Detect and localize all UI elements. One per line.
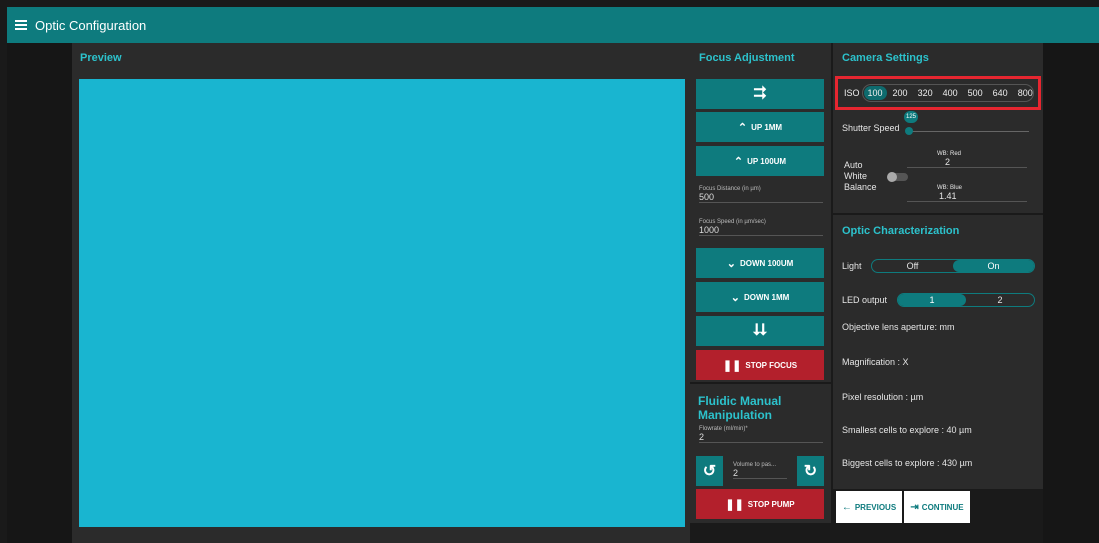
focus-up-100um-button[interactable]: ⌃ UP 100UM: [696, 146, 824, 176]
volume-value: 2: [733, 468, 739, 478]
flowrate-field[interactable]: Flowrate (ml/min)* 2: [699, 426, 823, 443]
light-toggle[interactable]: Off On: [871, 259, 1035, 273]
biggest-cells: Biggest cells to explore : 430 µm: [842, 458, 973, 468]
wb-red-value: 2: [945, 157, 951, 167]
flowrate-value: 2: [699, 432, 705, 442]
focus-up-100um-label: UP 100UM: [747, 156, 787, 166]
light-on-option[interactable]: On: [953, 260, 1034, 272]
stop-pump-button[interactable]: ❚❚ STOP PUMP: [696, 489, 824, 519]
pump-forward-button[interactable]: ↻: [797, 456, 824, 486]
left-margin: [7, 43, 72, 543]
previous-label: PREVIOUS: [854, 502, 897, 512]
chevron-down-icon: ⌄: [726, 257, 736, 270]
stop-icon: ❚❚: [725, 498, 744, 511]
stop-focus-label: STOP FOCUS: [745, 360, 798, 370]
led-output-toggle[interactable]: 1 2: [897, 293, 1035, 307]
optic-characterization-panel: Optic Characterization Light Off On LED …: [833, 215, 1043, 489]
focus-distance-value: 500: [699, 192, 715, 202]
focus-down-1mm-label: DOWN 1MM: [743, 292, 790, 302]
focus-distance-field[interactable]: Focus Distance (in µm) 500: [699, 186, 823, 203]
iso-selector: ISO 100 200 320 400 500 640 800: [835, 76, 1041, 110]
chevron-down-icon: ⌄: [730, 291, 740, 304]
chevron-up-icon: ⌃: [733, 155, 744, 168]
camera-settings-title: Camera Settings: [842, 52, 929, 64]
focus-up-1mm-button[interactable]: ⌃ UP 1MM: [696, 112, 824, 142]
continue-label: CONTINUE: [921, 502, 964, 512]
focus-up-max-button[interactable]: ⮆: [696, 79, 824, 109]
led-output-1[interactable]: 1: [898, 294, 966, 306]
stop-focus-button[interactable]: ❚❚ STOP FOCUS: [696, 350, 824, 380]
stop-pump-label: STOP PUMP: [747, 499, 795, 509]
double-chevron-up-icon: ⮆: [753, 85, 767, 102]
objective-aperture: Objective lens aperture: mm: [842, 322, 955, 332]
preview-title: Preview: [80, 52, 122, 64]
chevron-up-icon: ⌃: [737, 121, 748, 134]
iso-label: ISO: [844, 88, 860, 98]
stop-icon: ❚❚: [722, 359, 742, 372]
led-output-2[interactable]: 2: [966, 294, 1034, 306]
preview-panel: Preview: [72, 43, 690, 543]
shutter-speed-label: Shutter Speed: [842, 123, 900, 133]
optic-characterization-title: Optic Characterization: [842, 225, 960, 237]
iso-pill: [862, 84, 1034, 102]
camera-preview-image: [79, 79, 685, 527]
hamburger-menu-icon[interactable]: [15, 20, 29, 30]
focus-adjustment-panel: Focus Adjustment ⮆ ⌃ UP 1MM ⌃ UP 100UM F…: [690, 43, 831, 382]
focus-down-1mm-button[interactable]: ⌄ DOWN 1MM: [696, 282, 824, 312]
focus-down-max-button[interactable]: ⮇: [696, 316, 824, 346]
light-off-option[interactable]: Off: [872, 260, 953, 272]
wb-blue-value: 1.41: [939, 191, 957, 201]
right-margin: [1043, 43, 1099, 543]
fluidic-title: Fluidic Manual Manipulation: [698, 394, 782, 422]
volume-field[interactable]: Volume to pas... 2: [733, 462, 787, 479]
auto-white-balance-label: Auto White Balance: [844, 160, 877, 192]
shutter-speed-slider[interactable]: [907, 131, 1029, 132]
camera-settings-panel: Camera Settings ISO 100 200 320 400 500 …: [833, 43, 1043, 213]
rotate-right-icon: ↻: [803, 463, 818, 480]
arrow-left-icon: ←: [841, 501, 852, 513]
shutter-speed-value: 125: [904, 111, 918, 123]
app-title: Optic Configuration: [35, 17, 147, 33]
focus-down-100um-label: DOWN 100UM: [739, 258, 794, 268]
magnification: Magnification : X: [842, 357, 909, 367]
auto-white-balance-toggle[interactable]: [887, 172, 908, 182]
focus-speed-value: 1000: [699, 225, 720, 235]
focus-speed-field[interactable]: Focus Speed (in µm/sec) 1000: [699, 219, 823, 236]
smallest-cells: Smallest cells to explore : 40 µm: [842, 425, 972, 435]
led-output-label: LED output: [842, 295, 888, 305]
pump-reverse-button[interactable]: ↺: [696, 456, 723, 486]
wb-red-field[interactable]: WB: Red 2: [907, 151, 1027, 168]
arrow-right-bar-icon: ⇥: [910, 501, 919, 513]
focus-up-1mm-label: UP 1MM: [751, 122, 783, 132]
double-chevron-down-icon: ⮇: [753, 322, 767, 339]
previous-button[interactable]: ← PREVIOUS: [836, 491, 902, 523]
fluidic-panel: Fluidic Manual Manipulation Flowrate (ml…: [690, 384, 831, 523]
light-label: Light: [842, 261, 862, 271]
focus-down-100um-button[interactable]: ⌄ DOWN 100UM: [696, 248, 824, 278]
rotate-left-icon: ↺: [702, 463, 717, 480]
focus-adjustment-title: Focus Adjustment: [699, 52, 795, 64]
wb-blue-field[interactable]: WB: Blue 1.41: [907, 185, 1027, 202]
shutter-speed-knob[interactable]: [905, 127, 913, 135]
top-bar: Optic Configuration: [7, 7, 1099, 43]
pixel-resolution: Pixel resolution : µm: [842, 392, 924, 402]
continue-button[interactable]: ⇥ CONTINUE: [904, 491, 970, 523]
